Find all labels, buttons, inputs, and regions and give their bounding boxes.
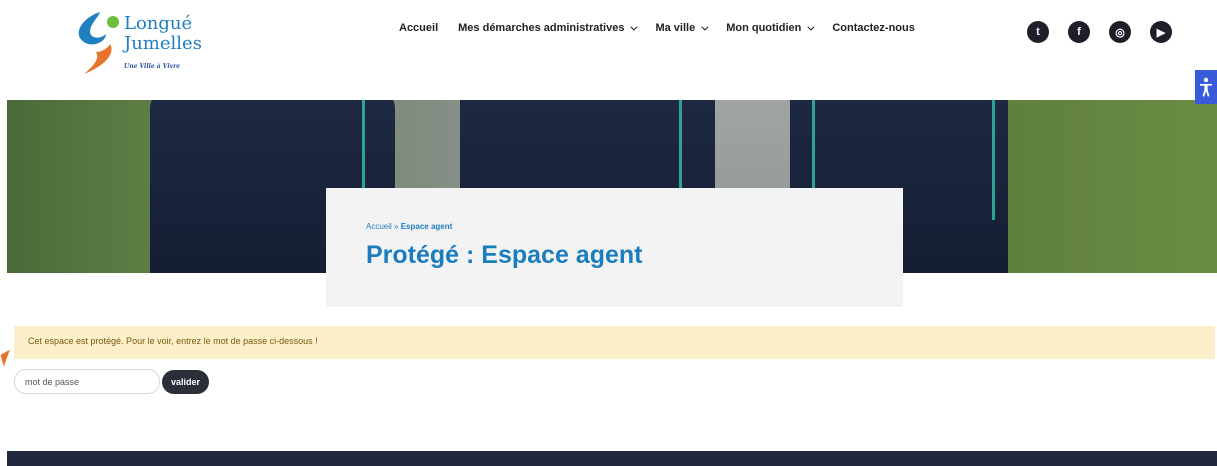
logo-mark-icon <box>78 12 119 74</box>
chevron-down-icon <box>630 23 638 31</box>
nav-item-label: Mon quotidien <box>726 22 802 34</box>
chevron-down-icon <box>701 23 709 31</box>
social-links: t f ◎ ▶ <box>1027 21 1172 43</box>
nav-item-demarches[interactable]: Mes démarches administratives <box>458 22 638 34</box>
nav-item-ma-ville[interactable]: Ma ville <box>655 22 709 34</box>
nav-item-label: Ma ville <box>655 22 696 34</box>
nav-item-contact[interactable]: Contactez-nous <box>832 22 915 34</box>
nav-item-mon-quotidien[interactable]: Mon quotidien <box>726 22 815 34</box>
nav-item-label: Accueil <box>399 22 439 34</box>
site-footer <box>7 451 1217 466</box>
protected-notice: Cet espace est protégé. Pour le voir, en… <box>14 326 1215 359</box>
facebook-icon[interactable]: f <box>1068 21 1090 43</box>
page-title: Protégé : Espace agent <box>366 241 643 269</box>
uniform-stripe <box>992 80 995 220</box>
accessibility-icon <box>1200 77 1212 97</box>
youtube-icon[interactable]: ▶ <box>1150 21 1172 43</box>
main-nav: Accueil Mes démarches administratives Ma… <box>399 22 935 34</box>
logo-text: Longué Jumelles <box>124 14 202 54</box>
logo-line-2: Jumelles <box>124 33 202 54</box>
password-form: valider <box>14 369 209 394</box>
nav-item-label: Mes démarches administratives <box>458 22 625 34</box>
breadcrumb: Accueil » Espace agent <box>366 222 863 231</box>
instagram-icon[interactable]: ◎ <box>1109 21 1131 43</box>
logo-line-1: Longué <box>124 13 193 34</box>
accessibility-button[interactable] <box>1195 70 1217 104</box>
twitter-icon[interactable]: t <box>1027 21 1049 43</box>
breadcrumb-separator: » <box>394 222 399 231</box>
nav-item-label: Contactez-nous <box>832 22 915 34</box>
logo-tagline: Une Ville à Vivre <box>124 63 181 70</box>
orange-arrow-marker <box>0 347 10 367</box>
site-logo[interactable]: Longué Jumelles Une Ville à Vivre <box>70 8 210 80</box>
submit-password-button[interactable]: valider <box>162 369 209 394</box>
password-input[interactable] <box>14 369 160 394</box>
nav-item-accueil[interactable]: Accueil <box>399 22 438 34</box>
breadcrumb-home-link[interactable]: Accueil <box>366 222 392 231</box>
page-title-box: Accueil » Espace agent Protégé : Espace … <box>326 188 903 307</box>
site-header: Longué Jumelles Une Ville à Vivre Accuei… <box>0 0 1217 100</box>
chevron-down-icon <box>807 23 815 31</box>
breadcrumb-current: Espace agent <box>400 222 453 231</box>
